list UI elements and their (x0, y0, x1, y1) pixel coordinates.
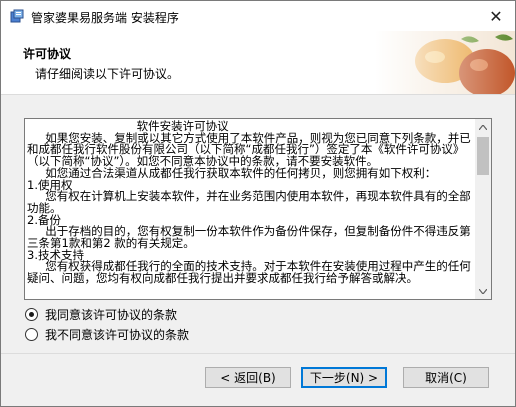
agree-radio[interactable] (25, 308, 38, 321)
disagree-option[interactable]: 我不同意该许可协议的条款 (25, 326, 189, 343)
next-button[interactable]: 下一步(N) > (301, 367, 387, 388)
page-header: 许可协议 请仔细阅读以下许可协议。 (1, 31, 515, 95)
page-title: 许可协议 (23, 47, 72, 61)
window-title: 管家婆果易服务端 安装程序 (31, 11, 179, 25)
installer-window: 管家婆果易服务端 安装程序 ✕ 许可协议 请仔细阅读以下许可协议。 软件安装许可… (0, 0, 516, 407)
disagree-radio[interactable] (25, 328, 38, 341)
header-decoration-icon (375, 31, 515, 94)
close-button[interactable]: ✕ (477, 1, 515, 31)
scroll-thumb[interactable] (477, 137, 489, 175)
license-scrollbar[interactable] (475, 119, 491, 299)
license-textbox[interactable]: 软件安装许可协议 如果您安装、复制或以其它方式使用了本软件产品，则视为您已同意下… (24, 118, 492, 300)
app-icon (10, 9, 24, 23)
cancel-button[interactable]: 取消(C) (403, 367, 489, 388)
license-text: 软件安装许可协议 如果您安装、复制或以其它方式使用了本软件产品，则视为您已同意下… (27, 119, 471, 286)
chevron-down-icon (479, 288, 487, 294)
back-button[interactable]: < 返回(B) (205, 367, 291, 388)
title-bar[interactable]: 管家婆果易服务端 安装程序 ✕ (1, 1, 515, 31)
scroll-up-button[interactable] (475, 119, 491, 135)
disagree-label: 我不同意该许可协议的条款 (45, 328, 190, 342)
page-subtitle: 请仔细阅读以下许可协议。 (35, 67, 180, 81)
scroll-down-button[interactable] (475, 283, 491, 299)
agree-option[interactable]: 我同意该许可协议的条款 (25, 306, 177, 323)
agree-label: 我同意该许可协议的条款 (45, 308, 178, 322)
chevron-up-icon (479, 124, 487, 130)
footer-divider (1, 353, 515, 354)
close-icon: ✕ (489, 6, 503, 26)
